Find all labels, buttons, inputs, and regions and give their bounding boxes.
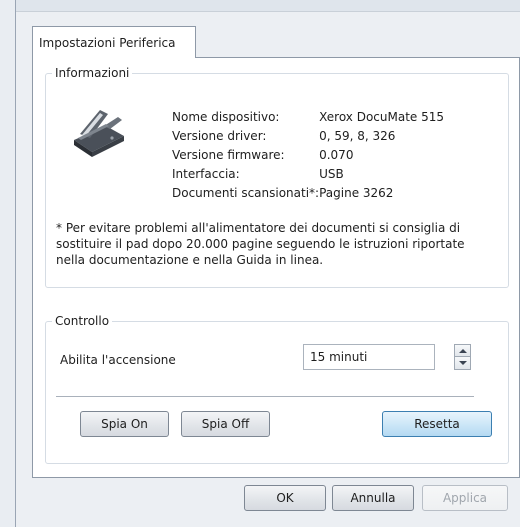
arrow-down-icon	[458, 361, 467, 365]
property-row: Nome dispositivo: Xerox DocuMate 515	[172, 110, 444, 129]
property-label: Versione driver:	[172, 129, 267, 143]
property-label: Nome dispositivo:	[172, 110, 280, 124]
power-label: Abilita l'accensione	[60, 353, 176, 367]
pad-replacement-note: * Per evitare problemi all'alimentatore …	[56, 221, 465, 267]
tab-panel: Informazioni Nome dispositivo: Xerox Doc…	[32, 57, 520, 478]
property-row: Interfaccia: USB	[172, 167, 444, 186]
property-label: Documenti scansionati*:	[172, 186, 320, 200]
tab-label: Impostazioni Periferica	[39, 36, 176, 50]
info-group: Informazioni Nome dispositivo: Xerox Doc…	[45, 66, 509, 288]
info-legend: Informazioni	[55, 66, 130, 80]
dialog-window: Impostazioni Periferica Informazioni Nom…	[15, 0, 520, 527]
spin-up-button[interactable]	[454, 344, 471, 357]
spia-off-button[interactable]: Spia Off	[181, 411, 270, 437]
control-legend: Controllo	[55, 314, 110, 328]
tab-impostazioni-periferica[interactable]: Impostazioni Periferica	[32, 26, 196, 58]
power-timeout-spinner	[454, 344, 471, 370]
power-timeout-field[interactable]: 15 minuti	[303, 344, 435, 370]
ok-button[interactable]: OK	[244, 485, 326, 511]
property-row: Documenti scansionati*: Pagine 3262	[172, 186, 444, 205]
arrow-up-icon	[458, 348, 467, 353]
spia-on-button[interactable]: Spia On	[80, 411, 169, 437]
property-value: USB	[319, 167, 344, 181]
property-label: Interfaccia:	[172, 167, 240, 181]
property-label: Versione firmware:	[172, 148, 285, 162]
title-strip	[16, 0, 520, 12]
control-group: Controllo Abilita l'accensione 15 minuti…	[45, 314, 509, 464]
cancel-button[interactable]: Annulla	[332, 485, 414, 511]
spin-down-button[interactable]	[454, 357, 471, 370]
property-value: Pagine 3262	[319, 186, 394, 200]
device-properties-table: Nome dispositivo: Xerox DocuMate 515 Ver…	[172, 110, 444, 205]
property-row: Versione driver: 0, 59, 8, 326	[172, 129, 444, 148]
apply-button[interactable]: Applica	[422, 485, 508, 511]
reset-button[interactable]: Resetta	[382, 411, 492, 437]
scanner-icon	[74, 110, 124, 157]
separator	[56, 396, 474, 398]
property-value: Xerox DocuMate 515	[319, 110, 445, 124]
property-value: 0, 59, 8, 326	[319, 129, 396, 143]
property-value: 0.070	[319, 148, 354, 162]
property-row: Versione firmware: 0.070	[172, 148, 444, 167]
